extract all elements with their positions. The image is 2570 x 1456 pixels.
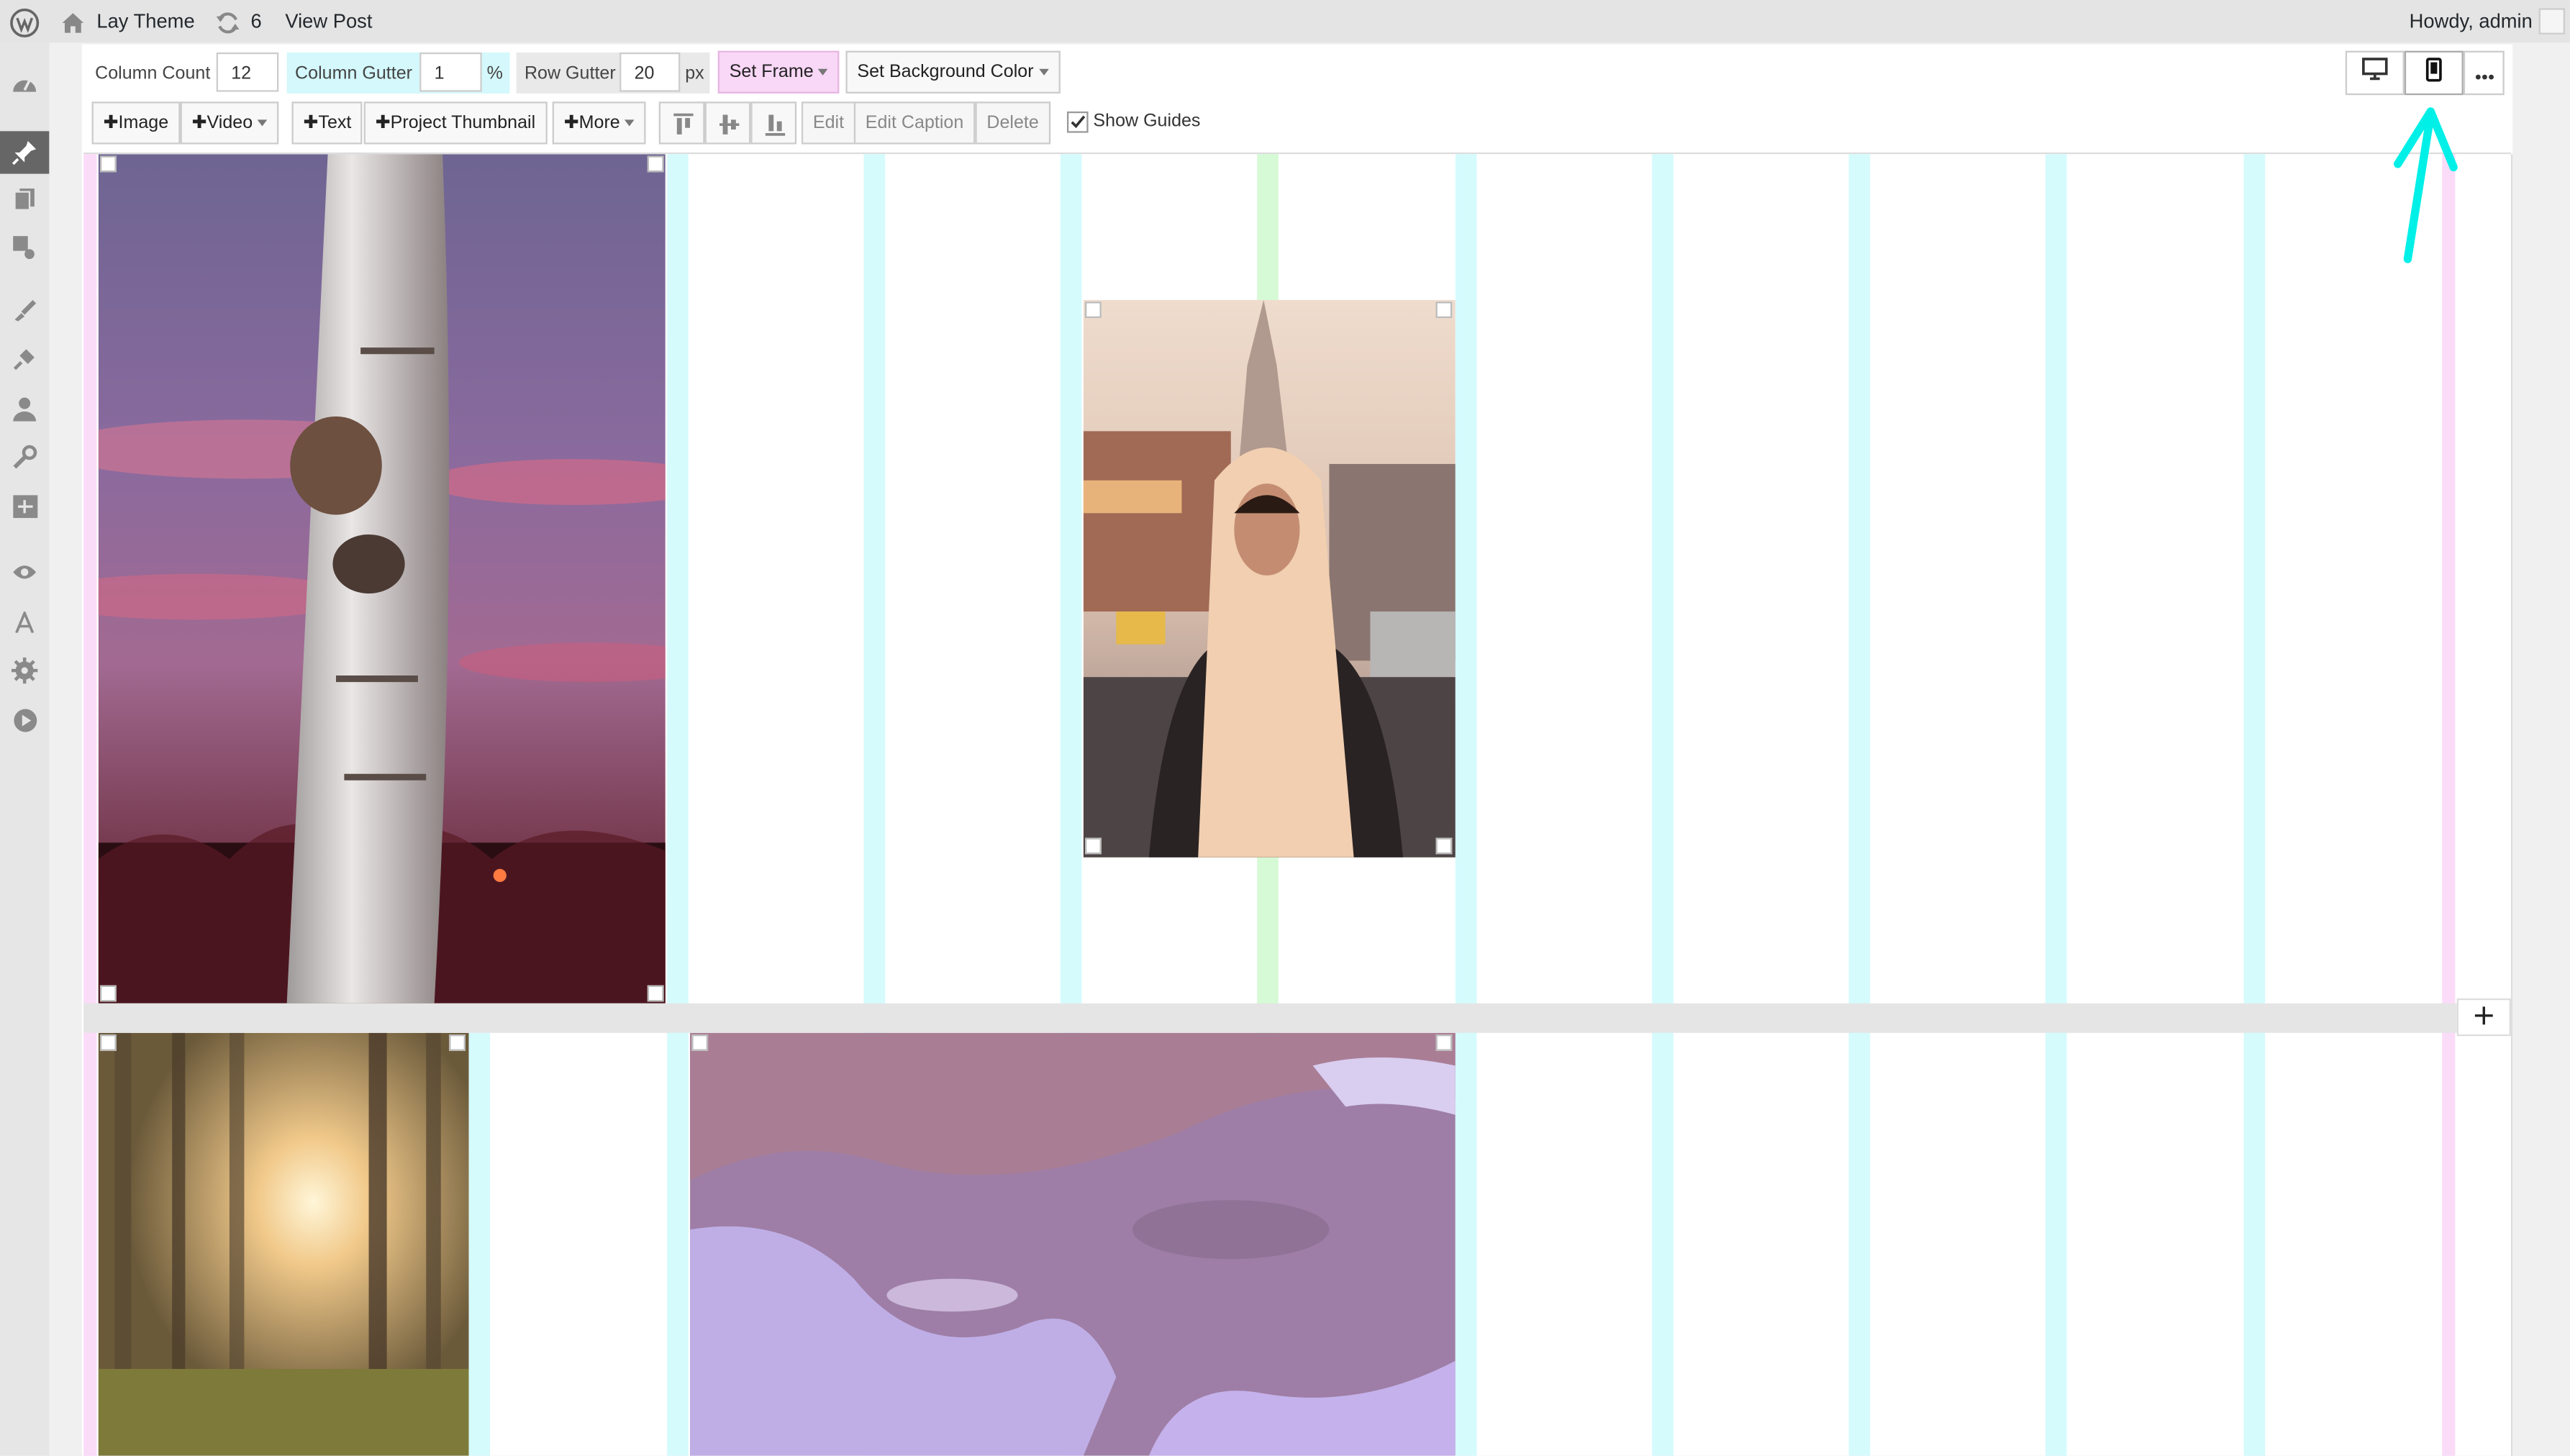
align-bottom-icon <box>764 112 787 151</box>
column-gutter <box>1848 154 1871 1456</box>
chevron-down-icon <box>818 68 829 76</box>
add-more-button[interactable]: ✚More <box>552 101 647 145</box>
edit-button[interactable]: Edit <box>801 101 856 145</box>
row-gutter-unit: px <box>685 63 704 84</box>
add-project-thumbnail-button[interactable]: ✚Project Thumbnail <box>363 101 548 145</box>
desktop-icon <box>2362 58 2388 88</box>
add-text-button[interactable]: ✚Text <box>291 101 363 145</box>
chevron-down-icon <box>258 119 268 127</box>
align-middle-icon <box>718 112 741 151</box>
set-bg-label: Set Background Color <box>857 62 1034 82</box>
add-more-label: More <box>578 113 620 133</box>
column-count-label: Column Count <box>95 63 211 84</box>
column-gutter-label: Column Gutter <box>295 63 412 84</box>
column-gutter <box>667 154 689 1456</box>
column-count-input[interactable]: 12 <box>216 52 279 92</box>
tools-icon[interactable] <box>0 440 49 476</box>
ellipsis-icon <box>2474 58 2494 88</box>
wordpress-icon[interactable] <box>10 0 40 42</box>
eye-icon[interactable] <box>0 554 49 590</box>
show-guides-label: Show Guides <box>1093 111 1201 132</box>
add-project-thumbnail-label: Project Thumbnail <box>390 113 536 133</box>
admin-bar: Lay Theme 6 View Post Howdy, admin <box>0 0 2570 43</box>
resize-handle[interactable] <box>449 1034 466 1051</box>
resize-handle[interactable] <box>1085 301 1102 319</box>
plus-icon <box>2474 1003 2493 1032</box>
media-icon[interactable] <box>0 229 49 265</box>
row-separator <box>83 1003 2457 1033</box>
column-gutter <box>1455 154 1477 1456</box>
column-gutter <box>2045 154 2067 1456</box>
set-background-color-button[interactable]: Set Background Color <box>845 50 1061 94</box>
resize-handle[interactable] <box>647 985 664 1002</box>
updates-count[interactable]: 6 <box>251 0 262 42</box>
align-top-button[interactable] <box>658 101 705 145</box>
resize-handle[interactable] <box>99 1034 117 1051</box>
image-purple-shore[interactable] <box>690 1032 1456 1456</box>
add-image-label: Image <box>118 113 169 133</box>
admin-sidebar <box>0 42 50 1456</box>
add-text-label: Text <box>318 113 352 133</box>
avatar[interactable] <box>2538 8 2566 35</box>
align-bottom-button[interactable] <box>750 101 797 145</box>
chevron-down-icon <box>625 119 635 127</box>
row-gutter-label: Row Gutter <box>524 63 616 84</box>
annotation-arrow-icon <box>2380 101 2472 265</box>
resize-handle[interactable] <box>647 155 664 173</box>
view-post-link[interactable]: View Post <box>285 0 372 42</box>
refresh-icon[interactable] <box>214 0 240 42</box>
plugins-icon[interactable] <box>0 341 49 377</box>
frame-left <box>83 154 97 1456</box>
site-name-link[interactable]: Lay Theme <box>96 0 194 42</box>
resize-handle[interactable] <box>1435 1034 1453 1051</box>
image-birch-tree[interactable] <box>98 154 666 1004</box>
users-icon[interactable] <box>0 390 49 426</box>
column-gutter-unit: % <box>486 63 503 84</box>
desktop-view-button[interactable] <box>2345 50 2405 96</box>
frame-right <box>2442 154 2456 1456</box>
font-icon[interactable] <box>0 604 49 640</box>
posts-icon[interactable] <box>0 131 50 174</box>
set-frame-label: Set Frame <box>729 62 814 82</box>
right-border <box>2510 154 2513 1456</box>
play-icon[interactable] <box>0 701 49 737</box>
layout-icon[interactable] <box>0 488 49 524</box>
column-gutter-input[interactable]: 1 <box>419 52 482 92</box>
add-row-button[interactable] <box>2456 998 2511 1037</box>
align-top-icon <box>672 112 695 151</box>
resize-handle[interactable] <box>1435 837 1453 855</box>
resize-handle[interactable] <box>1435 301 1453 319</box>
settings-gear-icon[interactable] <box>0 652 49 688</box>
add-video-label: Video <box>206 113 253 133</box>
howdy-admin[interactable]: Howdy, admin <box>2410 0 2533 42</box>
edit-caption-button[interactable]: Edit Caption <box>853 101 976 145</box>
column-gutter <box>2243 154 2266 1456</box>
appearance-icon[interactable] <box>0 292 49 328</box>
resize-handle[interactable] <box>691 1034 709 1051</box>
resize-handle[interactable] <box>99 985 117 1002</box>
resize-handle[interactable] <box>1085 837 1102 855</box>
align-middle-button[interactable] <box>704 101 751 145</box>
add-video-button[interactable]: ✚Video <box>180 101 279 145</box>
pages-icon[interactable] <box>0 181 49 217</box>
column-gutter <box>1652 154 1674 1456</box>
set-frame-button[interactable]: Set Frame <box>717 50 840 94</box>
image-portrait-woman[interactable] <box>1083 300 1456 857</box>
more-options-button[interactable] <box>2463 50 2505 96</box>
column-gutter <box>468 1032 491 1456</box>
delete-button[interactable]: Delete <box>975 101 1050 145</box>
show-guides-checkbox[interactable] <box>1066 111 1089 133</box>
resize-handle[interactable] <box>99 155 117 173</box>
home-icon[interactable] <box>60 0 85 42</box>
phone-view-button[interactable] <box>2404 50 2464 96</box>
add-image-button[interactable]: ✚Image <box>91 101 181 145</box>
row-gutter-input[interactable]: 20 <box>619 52 681 92</box>
image-forest-sunlight[interactable] <box>98 1032 469 1456</box>
dashboard-icon[interactable] <box>0 65 49 101</box>
chevron-down-icon <box>1038 68 1049 76</box>
checkmark-icon <box>1071 115 1086 129</box>
phone-icon <box>2425 57 2442 90</box>
